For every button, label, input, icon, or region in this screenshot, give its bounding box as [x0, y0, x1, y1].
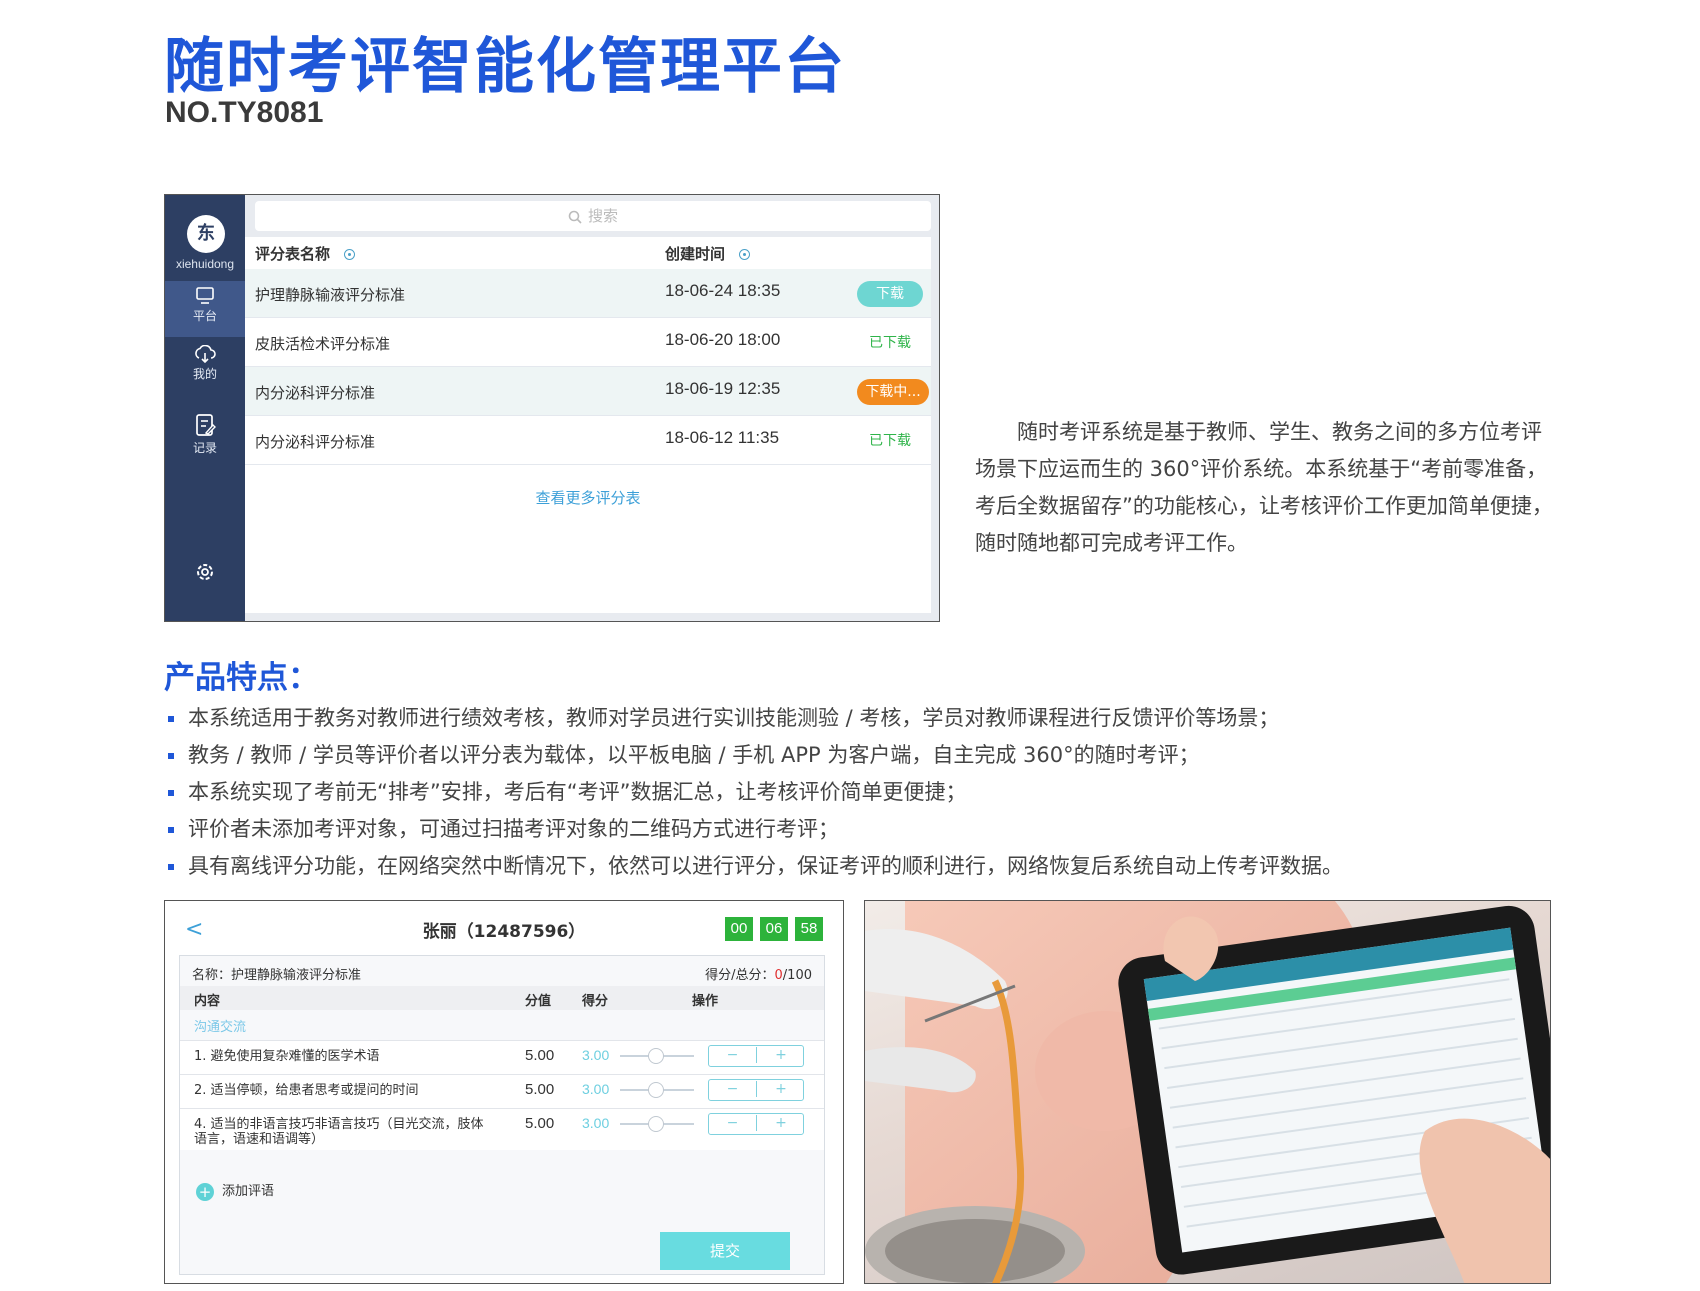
downloading-status: 下载中...	[857, 379, 929, 405]
table-row[interactable]: 内分泌科评分标准 18-06-12 11:35 已下载	[245, 416, 931, 465]
timer-minutes: 06	[760, 917, 788, 941]
score-summary: 得分/总分：0/100	[705, 968, 812, 983]
item-score: 3.00	[582, 1081, 610, 1097]
nav-item-label: 记录	[192, 441, 217, 455]
column-got: 得分	[582, 994, 609, 1009]
username: xiehuidong	[175, 257, 235, 271]
minus-button[interactable]: −	[709, 1081, 757, 1097]
search-input[interactable]: 搜索	[255, 201, 931, 231]
item-score: 3.00	[582, 1047, 610, 1063]
slider-handle[interactable]	[648, 1048, 664, 1064]
feature-item: 评价者未添加考评对象，可通过扫描考评对象的二维码方式进行考评；	[164, 811, 1343, 848]
monitor-icon	[196, 287, 214, 304]
scoring-screenshot: < 张丽（12487596） 00 06 58 名称：护理静脉输液评分标准 得分…	[164, 900, 844, 1284]
downloaded-status: 已下载	[869, 433, 911, 449]
column-content: 内容	[194, 994, 221, 1009]
sort-icon[interactable]	[344, 249, 356, 260]
plus-circle-icon: +	[196, 1182, 214, 1201]
feature-item: 具有离线评分功能，在网络突然中断情况下，依然可以进行评分，保证考评的顺利进行，网…	[164, 848, 1343, 885]
search-icon	[568, 210, 582, 224]
slider-handle[interactable]	[648, 1082, 664, 1098]
table-row[interactable]: 内分泌科评分标准 18-06-19 12:35 下载中...	[245, 367, 931, 416]
nav-item-mine[interactable]: 我的	[165, 339, 245, 395]
nav-item-label: 平台	[192, 309, 217, 323]
scoring-item: 2. 适当停顿，给患者思考或提问的时间 5.00 3.00 − +	[180, 1074, 824, 1108]
sidebar: 东 xiehuidong 平台 我的 记录	[165, 195, 245, 621]
item-text: 4. 适当的非语言技巧非语言技巧（目光交流，肢体语言，语速和语调等）	[194, 1117, 484, 1147]
score-slider[interactable]	[620, 1048, 694, 1064]
form-name: 名称：护理静脉输液评分标准	[192, 968, 362, 983]
feature-item: 本系统实现了考前无“排考”安排，考后有“考评”数据汇总，让考核评价简单更便捷；	[164, 774, 1343, 811]
sort-icon[interactable]	[739, 249, 751, 260]
scoresheet-name: 护理静脉输液评分标准	[255, 286, 406, 304]
metal-tray	[885, 1219, 1065, 1283]
hand	[1419, 1118, 1550, 1283]
features-title: 产品特点：	[164, 660, 319, 696]
plus-button[interactable]: +	[757, 1115, 805, 1131]
minus-button[interactable]: −	[709, 1115, 757, 1131]
plus-button[interactable]: +	[757, 1081, 805, 1097]
plus-button[interactable]: +	[757, 1047, 805, 1063]
score-slider[interactable]	[620, 1116, 694, 1132]
table-row[interactable]: 皮肤活检术评分标准 18-06-20 18:00 已下载	[245, 318, 931, 367]
cloud-download-icon	[195, 345, 216, 363]
form-header: 内容 分值 得分 操作	[180, 986, 824, 1010]
created-time: 18-06-20 18:00	[665, 330, 781, 349]
created-time: 18-06-24 18:35	[665, 281, 781, 300]
scoresheet-name: 内分泌科评分标准	[255, 384, 376, 402]
score-slider[interactable]	[620, 1082, 694, 1098]
tablet-scene-illustration	[865, 901, 1550, 1283]
score-stepper: − +	[708, 1045, 804, 1067]
item-score: 3.00	[582, 1115, 610, 1131]
nav-item-records[interactable]: 记录	[165, 407, 245, 463]
created-time: 18-06-12 11:35	[665, 428, 780, 447]
item-text: 1. 避免使用复杂难懂的医学术语	[194, 1049, 380, 1064]
scoresheet-table: 评分表名称 创建时间 护理静脉输液评分标准 18-06-24 18:35 下载 …	[245, 237, 931, 613]
column-value: 分值	[525, 994, 552, 1009]
created-time: 18-06-19 12:35	[665, 379, 781, 398]
platform-screenshot: 东 xiehuidong 平台 我的 记录 搜索 评分表名称 创建时间 护理静脉…	[164, 194, 940, 622]
scoring-form: 名称：护理静脉输液评分标准 得分/总分：0/100 内容 分值 得分 操作 沟通…	[179, 955, 825, 1275]
view-more-link[interactable]: 查看更多评分表	[245, 487, 931, 508]
scoresheet-name: 内分泌科评分标准	[255, 433, 376, 451]
table-header: 评分表名称 创建时间	[245, 237, 931, 269]
column-header-name[interactable]: 评分表名称	[255, 243, 356, 264]
product-photo	[864, 900, 1551, 1284]
feature-item: 本系统适用于教务对教师进行绩效考核，教师对学员进行实训技能测验 / 考核，学员对…	[164, 700, 1343, 737]
slider-handle[interactable]	[648, 1116, 664, 1132]
add-comment-button[interactable]: + 添加评语	[196, 1180, 274, 1201]
feature-item: 教务 / 教师 / 学员等评价者以评分表为载体，以平板电脑 / 手机 APP 为…	[164, 737, 1343, 774]
page-title: 随时考评智能化管理平台	[164, 32, 846, 102]
scoring-item: 4. 适当的非语言技巧非语言技巧（目光交流，肢体语言，语速和语调等） 5.00 …	[180, 1108, 824, 1150]
scoresheet-name: 皮肤活检术评分标准	[255, 335, 391, 353]
nav-item-platform[interactable]: 平台	[165, 281, 245, 337]
model-number: NO.TY8081	[165, 96, 324, 129]
table-row[interactable]: 护理静脉输液评分标准 18-06-24 18:35 下载	[245, 269, 931, 318]
score-stepper: − +	[708, 1113, 804, 1135]
column-header-created[interactable]: 创建时间	[665, 243, 751, 264]
item-value: 5.00	[525, 1081, 555, 1098]
column-action: 操作	[692, 994, 719, 1009]
item-value: 5.00	[525, 1047, 555, 1064]
timer-hours: 00	[725, 917, 753, 941]
product-description: 随时考评系统是基于教师、学生、教务之间的多方位考评场景下应运而生的 360°评价…	[975, 420, 1553, 555]
add-comment-label: 添加评语	[222, 1184, 275, 1199]
avatar[interactable]: 东	[187, 215, 225, 253]
gear-icon[interactable]	[193, 560, 217, 584]
downloaded-status: 已下载	[869, 335, 911, 351]
minus-button[interactable]: −	[709, 1047, 757, 1063]
section-title: 沟通交流	[194, 1020, 247, 1035]
submit-button[interactable]: 提交	[660, 1232, 790, 1270]
download-button[interactable]: 下载	[857, 281, 923, 307]
score-stepper: − +	[708, 1079, 804, 1101]
search-placeholder: 搜索	[587, 207, 618, 225]
record-icon	[196, 414, 216, 436]
current-score: 0	[774, 968, 783, 983]
item-text: 2. 适当停顿，给患者思考或提问的时间	[194, 1083, 419, 1098]
nav-item-label: 我的	[192, 367, 217, 381]
timer-seconds: 58	[795, 917, 823, 941]
scoring-item: 1. 避免使用复杂难懂的医学术语 5.00 3.00 − +	[180, 1040, 824, 1074]
features-list: 本系统适用于教务对教师进行绩效考核，教师对学员进行实训技能测验 / 考核，学员对…	[164, 700, 1343, 885]
item-value: 5.00	[525, 1115, 555, 1132]
